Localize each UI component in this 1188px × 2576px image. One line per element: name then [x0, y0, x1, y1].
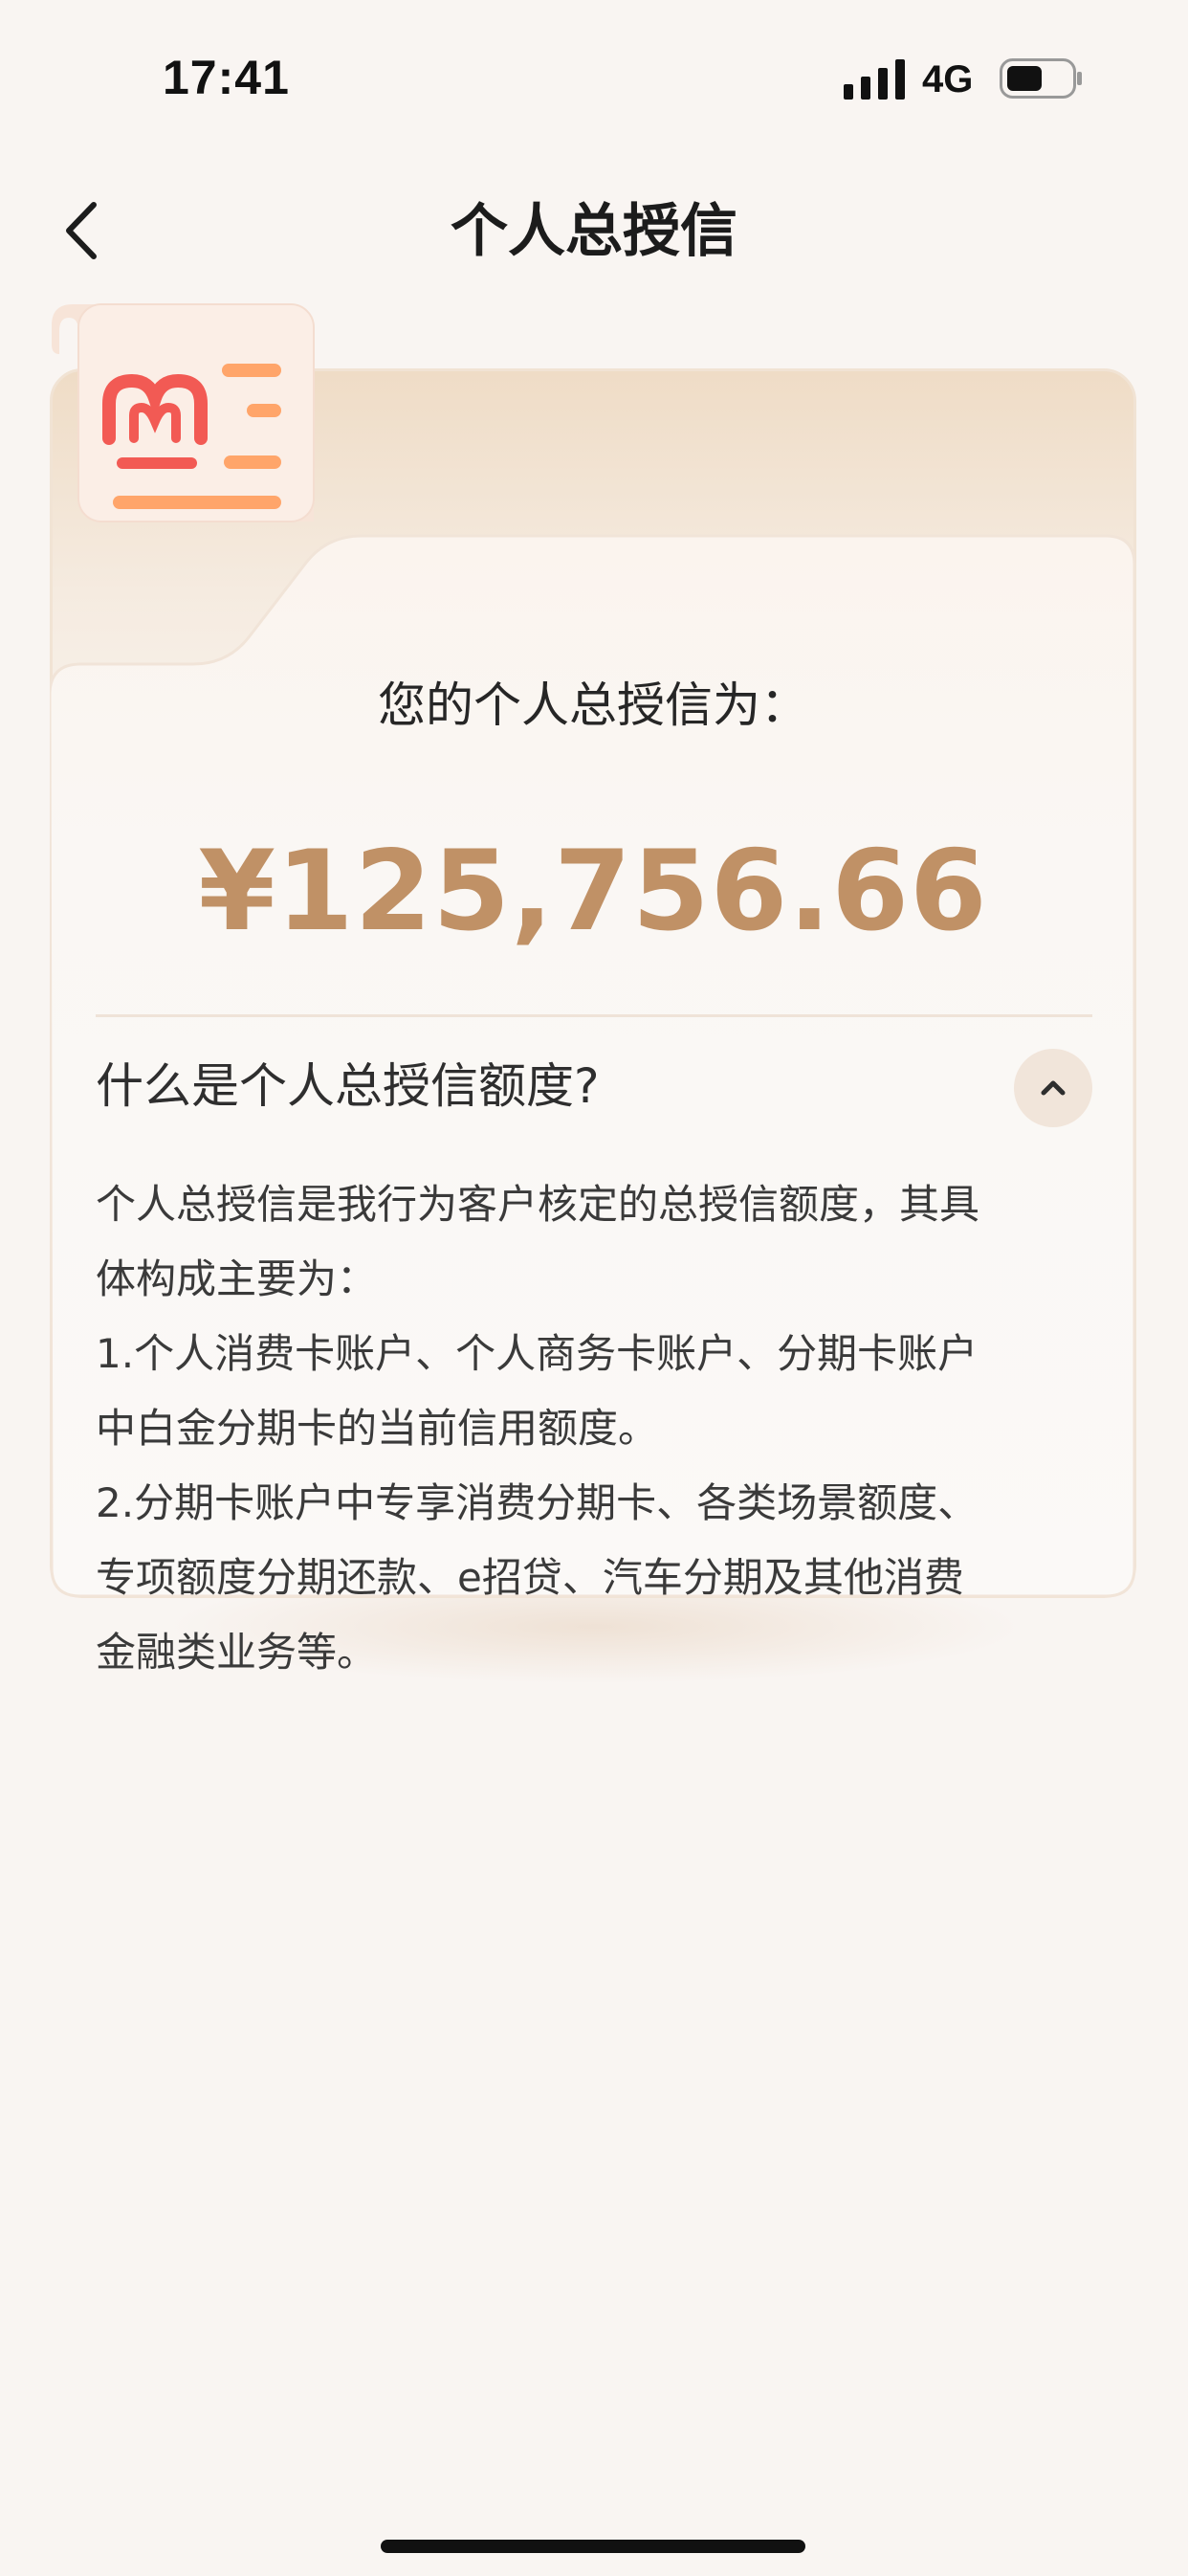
network-type: 4G	[922, 58, 974, 100]
status-time: 17:41	[163, 51, 290, 104]
credit-label: 您的个人总授信为：	[378, 677, 808, 733]
credit-card-panel: 您的个人总授信为： ¥125,756.66 什么是个人总授信额度? 个人总授信是…	[50, 297, 1138, 1684]
status-bar: 17:41 4G	[0, 0, 1188, 163]
collapse-button[interactable]	[1014, 1049, 1092, 1127]
page-title: 个人总授信	[451, 198, 737, 265]
chevron-up-icon	[1041, 1080, 1066, 1096]
faq-answer-line: 1.个人消费卡账户、个人商务卡账户、分期卡账户	[96, 1330, 979, 1377]
faq-answer-line: 金融类业务等。	[96, 1629, 378, 1676]
signal-icon	[844, 59, 905, 100]
faq-answer: 个人总授信是我行为客户核定的总授信额度，其具 体构成主要为： 1.个人消费卡账户…	[96, 1167, 1100, 1690]
faq-answer-line: 专项额度分期还款、e招贷、汽车分期及其他消费	[96, 1554, 964, 1601]
faq-answer-line: 个人总授信是我行为客户核定的总授信额度，其具	[96, 1181, 980, 1228]
card-front: 您的个人总授信为： ¥125,756.66 什么是个人总授信额度? 个人总授信是…	[50, 303, 1136, 1676]
faq-question[interactable]: 什么是个人总授信额度?	[96, 1053, 600, 1120]
faq-answer-line: 体构成主要为：	[96, 1255, 378, 1302]
credit-amount: ¥125,756.66	[198, 827, 988, 956]
home-indicator[interactable]	[381, 2540, 805, 2553]
faq-answer-line: 2.分期卡账户中专享消费分期卡、各类场景额度、	[96, 1479, 979, 1526]
battery-icon	[1000, 58, 1082, 99]
faq-answer-line: 中白金分期卡的当前信用额度。	[96, 1405, 659, 1452]
receipt-logo-icon	[52, 303, 315, 522]
divider	[96, 1014, 1092, 1017]
